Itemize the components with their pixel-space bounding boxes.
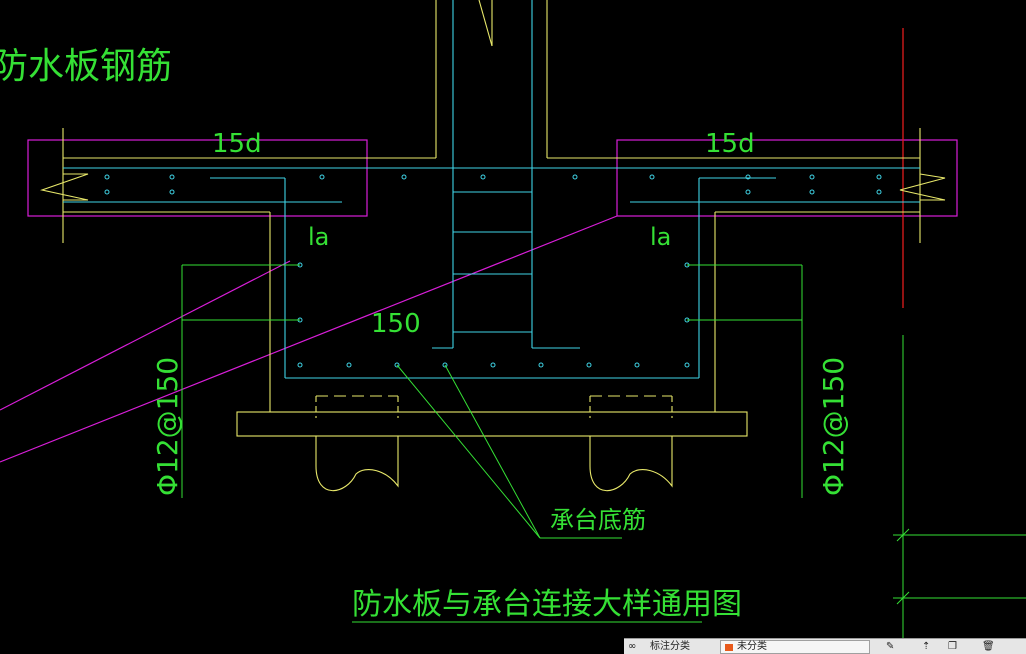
- anchor-label-left: la: [308, 223, 329, 251]
- rebar-dots: [104, 174, 882, 368]
- anchor-label-right: la: [650, 223, 671, 251]
- spacing-label: 150: [371, 309, 421, 339]
- layer-color-swatch: [725, 644, 733, 651]
- rebar-label-right: Φ12@150: [817, 357, 850, 496]
- callout-label: 承台底筋: [550, 506, 646, 534]
- layer-dropdown[interactable]: 未分类: [720, 640, 870, 654]
- upload-icon[interactable]: ⇡: [922, 640, 930, 654]
- dim-label-right: 15d: [705, 129, 755, 159]
- dim-label-left: 15d: [212, 129, 262, 159]
- edit-icon[interactable]: ✎: [886, 640, 894, 654]
- leader-lines: [181, 264, 1026, 640]
- status-bar: ∞ 标注分类 未分类 ✎ ⇡ ❐ 🗑: [624, 638, 1026, 654]
- drawing-caption: 防水板与承台连接大样通用图: [352, 587, 742, 622]
- delete-icon[interactable]: 🗑: [982, 640, 995, 654]
- rebar-cyan: [63, 0, 920, 379]
- title-top: 防水板钢筋: [0, 46, 172, 87]
- infinity-icon[interactable]: ∞: [628, 640, 636, 654]
- annotations: 防水板钢筋 15d 15d la la 150 Φ12@150 Φ12@150 …: [0, 46, 850, 622]
- annotation-category-label: 标注分类: [650, 641, 690, 652]
- magenta-boundary: [0, 139, 958, 463]
- copy-icon[interactable]: ❐: [948, 640, 957, 654]
- layer-dropdown-value: 未分类: [737, 641, 767, 652]
- rebar-label-left: Φ12@150: [151, 357, 184, 496]
- cad-drawing-canvas[interactable]: 防水板钢筋 15d 15d la la 150 Φ12@150 Φ12@150 …: [0, 0, 1026, 654]
